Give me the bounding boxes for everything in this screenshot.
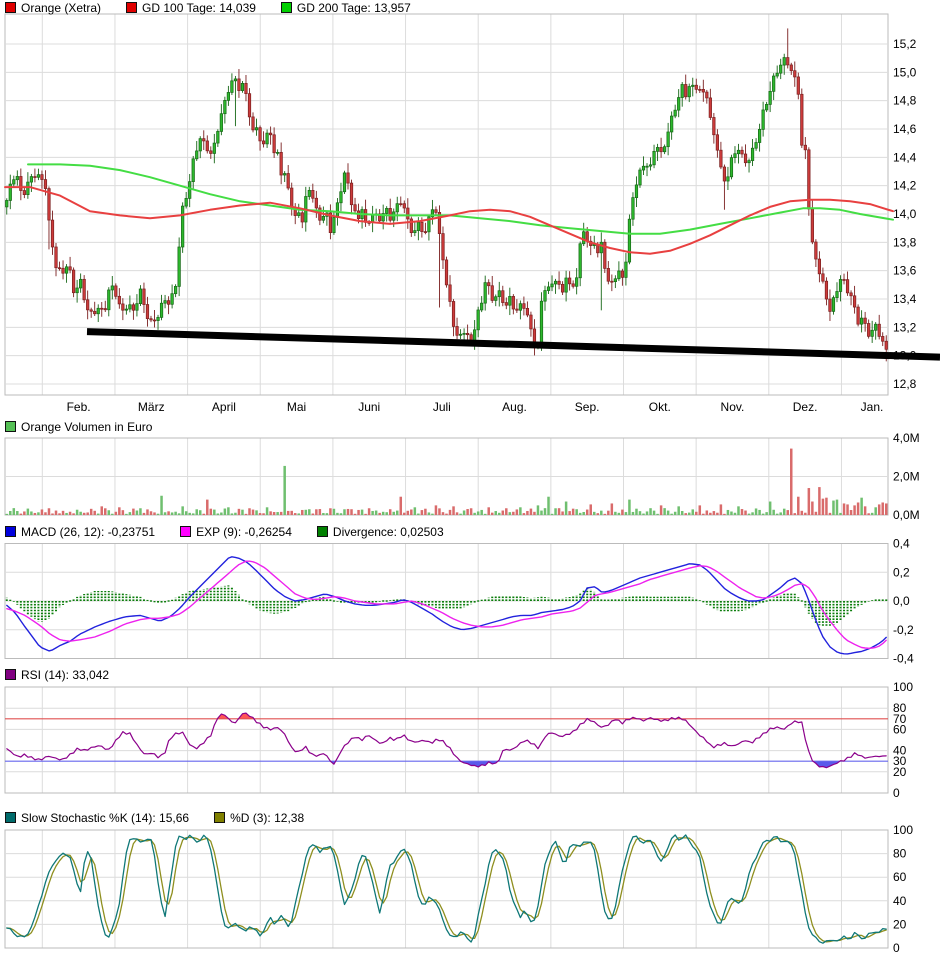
svg-text:0,2: 0,2: [893, 565, 910, 579]
svg-text:13,4: 13,4: [893, 292, 917, 306]
rsi-legend: RSI (14): 33,042: [5, 668, 109, 681]
svg-text:13,6: 13,6: [893, 264, 917, 278]
svg-text:Sep.: Sep.: [575, 400, 600, 414]
stoch-d-label: %D (3): 12,38: [230, 811, 304, 825]
svg-text:Okt.: Okt.: [649, 400, 671, 414]
svg-text:15,2: 15,2: [893, 37, 917, 51]
gd200-label: GD 200 Tage: 13,957: [297, 1, 411, 15]
svg-text:Mai: Mai: [287, 400, 306, 414]
gd100-line: [5, 187, 893, 254]
legend-item-gd200: GD 200 Tage: 13,957: [281, 1, 411, 15]
gd200-line: [28, 164, 893, 233]
svg-text:Nov.: Nov.: [721, 400, 745, 414]
exp-swatch-icon: [180, 526, 191, 537]
svg-text:12,8: 12,8: [893, 377, 917, 391]
svg-text:-0,2: -0,2: [893, 623, 914, 637]
stoch-d-line: [7, 837, 886, 942]
stoch-k-swatch-icon: [5, 812, 16, 823]
instrument-label: Orange (Xetra): [21, 1, 101, 15]
stoch-legend: Slow Stochastic %K (14): 15,66 %D (3): 1…: [5, 811, 304, 824]
svg-text:-0,4: -0,4: [893, 652, 914, 666]
svg-text:14,4: 14,4: [893, 150, 917, 164]
legend-item-rsi: RSI (14): 33,042: [5, 668, 109, 682]
legend-item-stoch-d: %D (3): 12,38: [214, 811, 304, 825]
gd100-label: GD 100 Tage: 14,039: [142, 1, 256, 15]
svg-text:40: 40: [893, 894, 907, 908]
legend-item-instrument: Orange (Xetra): [5, 1, 101, 15]
macd-legend: MACD (26, 12): -0,23751 EXP (9): -0,2625…: [5, 525, 444, 538]
svg-text:14,0: 14,0: [893, 207, 917, 221]
svg-text:Juni: Juni: [358, 400, 380, 414]
macd-label: MACD (26, 12): -0,23751: [21, 525, 155, 539]
svg-text:14,8: 14,8: [893, 94, 917, 108]
svg-text:Dez.: Dez.: [793, 400, 818, 414]
rsi-line: [7, 713, 886, 768]
svg-text:0: 0: [893, 941, 900, 955]
volume-legend: Orange Volumen in Euro: [5, 420, 152, 433]
rsi-label: RSI (14): 33,042: [21, 668, 109, 682]
legend-item-gd100: GD 100 Tage: 14,039: [126, 1, 256, 15]
svg-text:100: 100: [893, 680, 913, 694]
stoch-k-label: Slow Stochastic %K (14): 15,66: [21, 811, 189, 825]
volume-swatch-icon: [5, 421, 16, 432]
svg-text:14,2: 14,2: [893, 179, 917, 193]
stoch-k-line: [7, 835, 886, 943]
volume-bars: [6, 449, 888, 515]
price-panel: [5, 28, 893, 361]
svg-text:14,6: 14,6: [893, 122, 917, 136]
volume-panel: [6, 449, 888, 515]
legend-item-volume: Orange Volumen in Euro: [5, 420, 152, 434]
svg-text:15,0: 15,0: [893, 65, 917, 79]
gd200-swatch-icon: [281, 2, 292, 13]
svg-text:20: 20: [893, 765, 907, 779]
chart-page: 15,2 15,0 14,8 14,6 14,4 14,2 14,0 13,8 13,6 13,4…: [0, 0, 940, 958]
stoch-d-swatch-icon: [214, 812, 225, 823]
svg-text:Jan.: Jan.: [861, 400, 884, 414]
rsi-panel: [5, 687, 888, 793]
svg-text:0,0M: 0,0M: [893, 508, 920, 522]
svg-text:60: 60: [893, 870, 907, 884]
legend-item-divergence: Divergence: 0,02503: [317, 525, 444, 539]
price-legend: Orange (Xetra) GD 100 Tage: 14,039 GD 20…: [5, 1, 411, 14]
svg-text:20: 20: [893, 917, 907, 931]
volume-label: Orange Volumen in Euro: [21, 420, 152, 434]
svg-text:Feb.: Feb.: [67, 400, 91, 414]
svg-text:April: April: [212, 400, 236, 414]
legend-item-stoch-k: Slow Stochastic %K (14): 15,66: [5, 811, 189, 825]
gd100-swatch-icon: [126, 2, 137, 13]
svg-text:0,0: 0,0: [893, 594, 910, 608]
instrument-swatch-icon: [5, 2, 16, 13]
svg-text:Juli: Juli: [433, 400, 451, 414]
svg-text:Aug.: Aug.: [502, 400, 527, 414]
macd-swatch-icon: [5, 526, 16, 537]
rsi-swatch-icon: [5, 669, 16, 680]
candlestick-series: [6, 28, 888, 361]
svg-text:13,2: 13,2: [893, 320, 917, 334]
svg-text:4,0M: 4,0M: [893, 431, 920, 445]
svg-text:100: 100: [893, 823, 913, 837]
exp-label: EXP (9): -0,26254: [196, 525, 292, 539]
svg-text:0,4: 0,4: [893, 537, 910, 551]
svg-text:60: 60: [893, 722, 907, 736]
svg-text:80: 80: [893, 847, 907, 861]
legend-item-macd: MACD (26, 12): -0,23751: [5, 525, 155, 539]
stoch-panel: [7, 835, 886, 943]
trendline-black: [87, 332, 940, 358]
legend-item-exp: EXP (9): -0,26254: [180, 525, 292, 539]
divergence-label: Divergence: 0,02503: [333, 525, 444, 539]
svg-text:0: 0: [893, 786, 900, 800]
macd-panel: [7, 557, 886, 654]
svg-text:13,8: 13,8: [893, 235, 917, 249]
svg-text:März: März: [138, 400, 165, 414]
divergence-swatch-icon: [317, 526, 328, 537]
svg-text:2,0M: 2,0M: [893, 470, 920, 484]
grid-layer: [5, 14, 888, 948]
